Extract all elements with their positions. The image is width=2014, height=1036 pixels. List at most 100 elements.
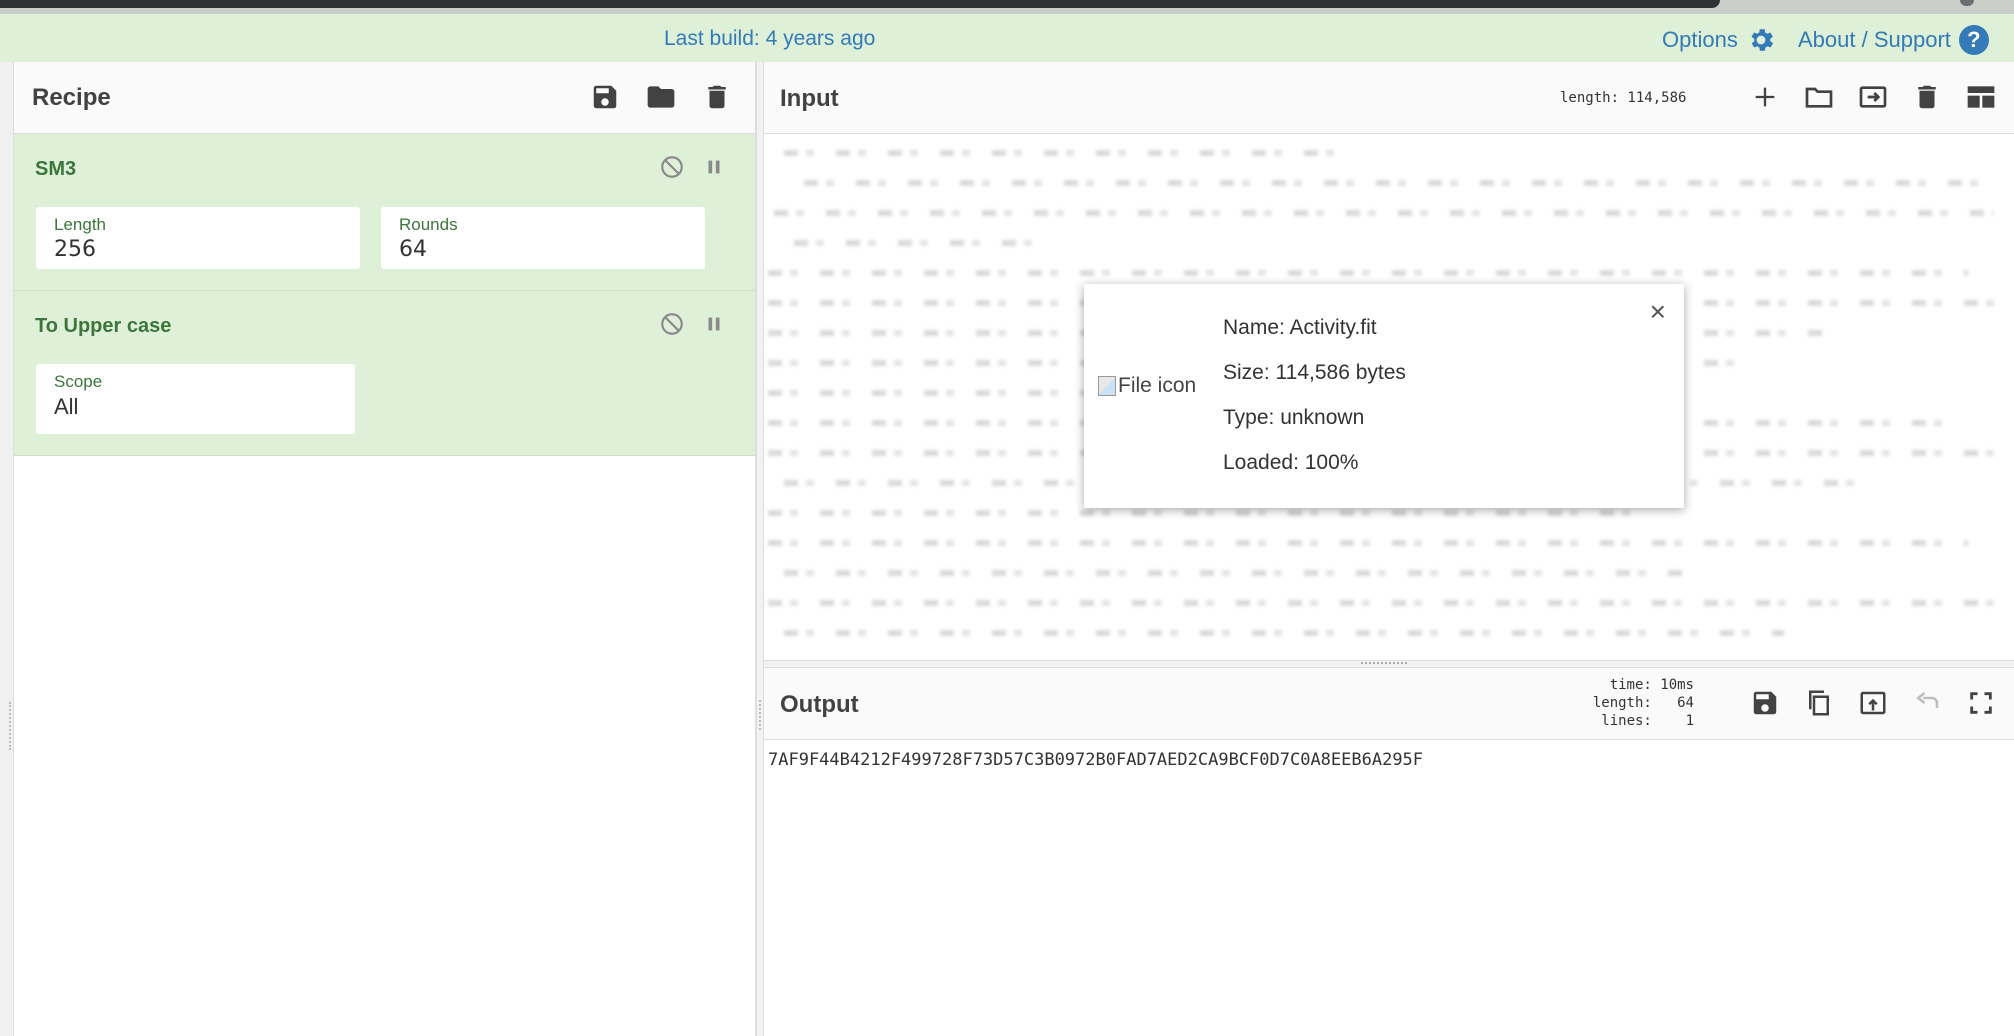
binary-line <box>768 390 1088 396</box>
file-icon-alt: File icon <box>1118 374 1197 397</box>
copy-icon <box>1809 690 1829 716</box>
binary-line <box>768 600 1998 606</box>
import-icon <box>1859 86 1887 108</box>
disable-icon[interactable] <box>659 311 685 337</box>
maximize-icon <box>1970 692 1992 714</box>
output-panel: Output time: 10ms length: 64 lines: 1 7A… <box>764 668 2014 1036</box>
options-button[interactable]: Options <box>1662 25 1776 55</box>
save-icon <box>1753 691 1777 715</box>
clear-input-button[interactable] <box>1910 80 1944 114</box>
clear-recipe-button[interactable] <box>700 80 734 114</box>
file-details: Name: Activity.fit Size: 114,586 bytes T… <box>1223 316 1406 496</box>
help-icon: ? <box>1958 25 1989 55</box>
top-banner: Last build: 4 years ago Options About / … <box>0 14 2014 62</box>
rounds-value[interactable]: 64 <box>399 237 687 262</box>
scope-select[interactable]: Scope All <box>36 364 355 434</box>
replace-input-icon <box>1860 691 1886 715</box>
browser-toolbar-edge <box>0 0 1720 8</box>
binary-line <box>804 180 1984 186</box>
output-stats: time: 10ms length: 64 lines: 1 <box>1584 676 1694 730</box>
binary-line <box>794 240 1054 246</box>
save-output-button[interactable] <box>1748 686 1782 720</box>
open-folder-button[interactable] <box>1856 80 1890 114</box>
input-title: Input <box>780 85 839 112</box>
scope-value[interactable]: All <box>54 394 337 420</box>
plus-icon <box>1755 87 1775 107</box>
binary-line <box>784 630 1784 636</box>
operation-title: To Upper case <box>35 315 172 337</box>
output-text[interactable]: 7AF9F44B4212F499728F73D57C3B0972B0FAD7AE… <box>768 750 1423 770</box>
file-type: Type: unknown <box>1223 406 1365 429</box>
binary-line <box>768 540 1968 546</box>
trash-icon <box>708 85 726 109</box>
load-recipe-button[interactable] <box>644 80 678 114</box>
broken-image-icon <box>1098 376 1116 396</box>
layout-icon <box>1967 86 1995 108</box>
resize-grip[interactable] <box>9 702 12 750</box>
binary-line <box>784 570 1684 576</box>
operation-controls <box>659 154 725 180</box>
folder-icon <box>647 86 675 108</box>
binary-line <box>784 150 1344 156</box>
output-length: length: 64 <box>1592 695 1694 711</box>
input-length: length: 114,586 <box>1560 90 1687 106</box>
gear-icon <box>1751 29 1773 51</box>
recipe-panel: Recipe SM3 Length 256 Rounds 64 To Upper… <box>14 62 756 1036</box>
disable-icon[interactable] <box>659 154 685 180</box>
reset-layout-button[interactable] <box>1964 80 1998 114</box>
pause-icon[interactable] <box>703 156 725 178</box>
left-edge-strip <box>0 62 14 1036</box>
file-size: Size: 114,586 bytes <box>1223 361 1406 384</box>
input-header: Input length: 114,586 <box>764 62 2014 134</box>
binary-line <box>774 210 1994 216</box>
output-lines: lines: 1 <box>1601 713 1694 729</box>
length-field[interactable]: Length 256 <box>36 207 360 269</box>
replace-input-button[interactable] <box>1856 686 1890 720</box>
length-value[interactable]: 256 <box>54 237 342 262</box>
save-recipe-button[interactable] <box>588 80 622 114</box>
add-input-tab-button[interactable] <box>1748 80 1782 114</box>
pause-icon[interactable] <box>703 313 725 335</box>
browser-profile-edge <box>1960 0 1974 6</box>
operation-title: SM3 <box>35 158 77 180</box>
open-file-button[interactable] <box>1802 80 1836 114</box>
about-support-button[interactable]: About / Support ? <box>1798 25 1989 55</box>
operation-to-upper-case[interactable]: To Upper case Scope All <box>14 291 755 456</box>
browser-top-strip <box>0 0 2014 14</box>
close-icon[interactable]: × <box>1650 298 1666 326</box>
file-icon: File icon <box>1098 374 1196 398</box>
input-toolbar <box>1748 80 1998 114</box>
operation-controls <box>659 311 725 337</box>
maximize-output-button[interactable] <box>1964 686 1998 720</box>
last-build-notice: Last build: 4 years ago <box>664 27 876 50</box>
about-support-label: About / Support <box>1798 27 1951 52</box>
recipe-header: Recipe <box>14 62 755 134</box>
file-loaded: Loaded: 100% <box>1223 451 1359 474</box>
operation-sm3[interactable]: SM3 Length 256 Rounds 64 <box>14 134 755 291</box>
binary-line <box>768 270 1968 276</box>
options-label: Options <box>1662 27 1738 52</box>
folder-icon <box>1805 87 1833 108</box>
output-time: time: 10ms <box>1609 677 1694 693</box>
trash-icon <box>1918 85 1936 109</box>
rounds-label: Rounds <box>399 215 458 234</box>
output-title: Output <box>780 691 859 718</box>
recipe-io-divider[interactable] <box>756 62 764 1036</box>
rounds-field[interactable]: Rounds 64 <box>381 207 705 269</box>
undo-icon <box>1916 692 1939 708</box>
copy-output-button[interactable] <box>1802 686 1836 720</box>
length-label: Length <box>54 215 106 234</box>
recipe-title: Recipe <box>32 84 111 111</box>
recipe-toolbar <box>588 80 734 114</box>
output-toolbar <box>1748 686 1998 720</box>
binary-line <box>768 510 1648 516</box>
save-icon <box>593 85 617 109</box>
undo-button[interactable] <box>1910 686 1944 720</box>
output-header: Output time: 10ms length: 64 lines: 1 <box>764 668 2014 740</box>
file-info-dialog: × File icon Name: Activity.fit Size: 114… <box>1084 284 1684 508</box>
scope-label: Scope <box>54 372 103 391</box>
input-output-divider[interactable] <box>764 660 2014 668</box>
resize-grip[interactable] <box>1361 662 1407 665</box>
file-name: Name: Activity.fit <box>1223 316 1377 339</box>
resize-grip[interactable] <box>759 700 762 730</box>
